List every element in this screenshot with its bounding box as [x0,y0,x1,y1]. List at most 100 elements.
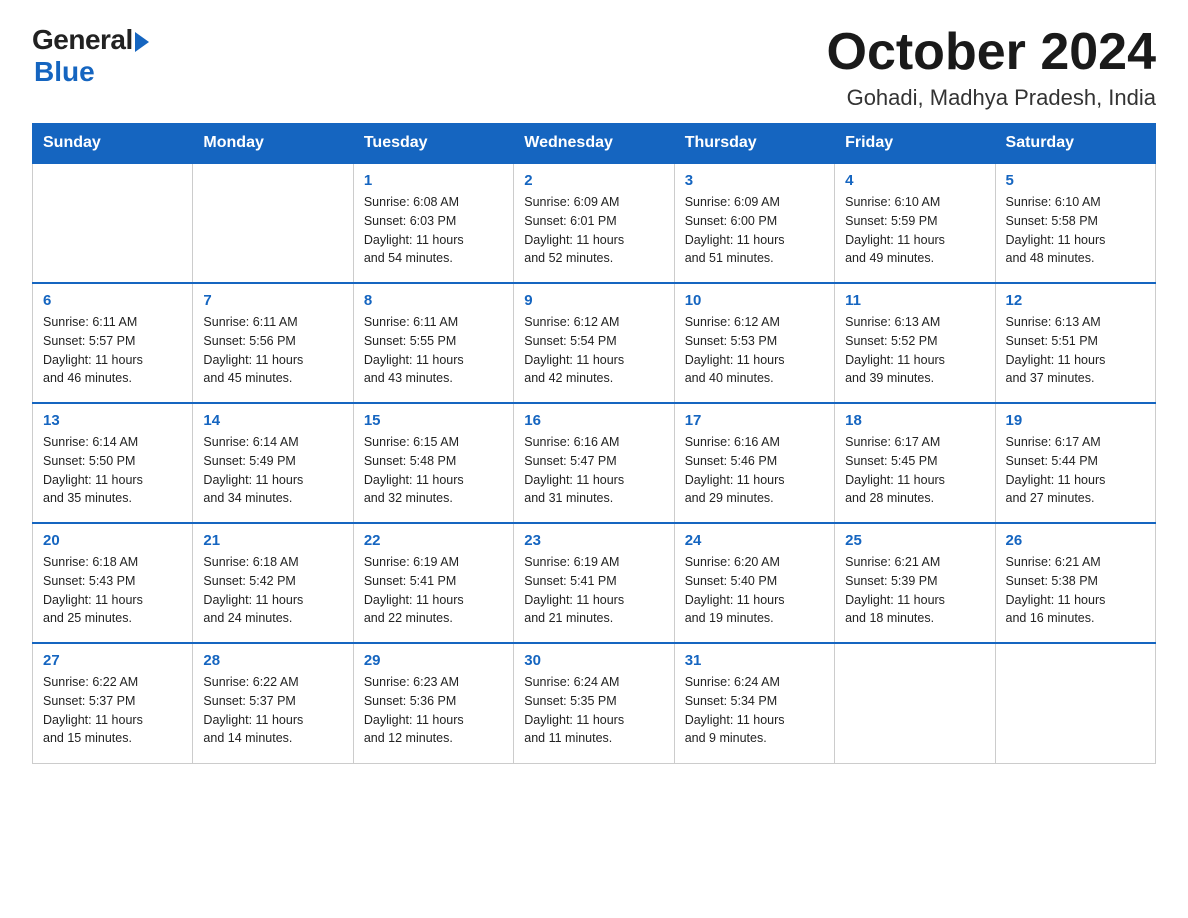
day-number: 31 [685,652,824,669]
day-number: 12 [1006,292,1145,309]
calendar-cell: 23 Sunrise: 6:19 AM Sunset: 5:41 PM Dayli… [514,523,674,643]
calendar-cell: 5Sunrise: 6:10 AM Sunset: 5:58 PM Daylig… [995,163,1155,283]
day-number: 27 [43,652,182,669]
day-number: 29 [364,652,503,669]
day-info: Sunrise: 6:18 AM Sunset: 5:43 PM Dayligh… [43,553,182,628]
calendar-cell: 8 Sunrise: 6:11 AM Sunset: 5:55 PM Daylig… [353,283,513,403]
day-number: 25 [845,532,984,549]
day-info: Sunrise: 6:13 AM Sunset: 5:51 PM Dayligh… [1006,313,1145,388]
calendar-cell: 12 Sunrise: 6:13 AM Sunset: 5:51 PM Dayli… [995,283,1155,403]
calendar-cell: 20 Sunrise: 6:18 AM Sunset: 5:43 PM Dayli… [33,523,193,643]
logo-general-text: General [32,24,133,56]
day-info: Sunrise: 6:23 AM Sunset: 5:36 PM Dayligh… [364,673,503,748]
calendar-cell: 28 Sunrise: 6:22 AM Sunset: 5:37 PM Dayli… [193,643,353,763]
day-number: 4 [845,172,984,189]
calendar-cell: 25 Sunrise: 6:21 AM Sunset: 5:39 PM Dayli… [835,523,995,643]
calendar-cell: 11Sunrise: 6:13 AM Sunset: 5:52 PM Dayli… [835,283,995,403]
day-number: 19 [1006,412,1145,429]
calendar-cell: 13 Sunrise: 6:14 AM Sunset: 5:50 PM Dayli… [33,403,193,523]
day-number: 17 [685,412,824,429]
day-info: Sunrise: 6:24 AM Sunset: 5:34 PM Dayligh… [685,673,824,748]
day-info: Sunrise: 6:22 AM Sunset: 5:37 PM Dayligh… [43,673,182,748]
calendar-cell: 1Sunrise: 6:08 AM Sunset: 6:03 PM Daylig… [353,163,513,283]
calendar-table: SundayMondayTuesdayWednesdayThursdayFrid… [32,123,1156,764]
day-number: 6 [43,292,182,309]
day-info: Sunrise: 6:16 AM Sunset: 5:46 PM Dayligh… [685,433,824,508]
calendar-cell: 14 Sunrise: 6:14 AM Sunset: 5:49 PM Dayli… [193,403,353,523]
week-row-5: 27 Sunrise: 6:22 AM Sunset: 5:37 PM Dayli… [33,643,1156,763]
day-info: Sunrise: 6:21 AM Sunset: 5:39 PM Dayligh… [845,553,984,628]
logo-blue-text: Blue [34,56,149,88]
day-number: 23 [524,532,663,549]
logo-arrow-icon [135,32,149,52]
title-block: October 2024 Gohadi, Madhya Pradesh, Ind… [827,24,1157,111]
day-info: Sunrise: 6:11 AM Sunset: 5:56 PM Dayligh… [203,313,342,388]
week-row-2: 6 Sunrise: 6:11 AM Sunset: 5:57 PM Daylig… [33,283,1156,403]
col-header-sunday: Sunday [33,124,193,164]
day-info: Sunrise: 6:14 AM Sunset: 5:50 PM Dayligh… [43,433,182,508]
calendar-cell: 15 Sunrise: 6:15 AM Sunset: 5:48 PM Dayli… [353,403,513,523]
col-header-monday: Monday [193,124,353,164]
col-header-tuesday: Tuesday [353,124,513,164]
calendar-cell [835,643,995,763]
day-number: 30 [524,652,663,669]
calendar-cell: 21Sunrise: 6:18 AM Sunset: 5:42 PM Dayli… [193,523,353,643]
calendar-cell [193,163,353,283]
day-info: Sunrise: 6:12 AM Sunset: 5:53 PM Dayligh… [685,313,824,388]
day-number: 8 [364,292,503,309]
day-number: 2 [524,172,663,189]
day-number: 14 [203,412,342,429]
day-number: 28 [203,652,342,669]
col-header-saturday: Saturday [995,124,1155,164]
day-number: 13 [43,412,182,429]
day-info: Sunrise: 6:15 AM Sunset: 5:48 PM Dayligh… [364,433,503,508]
calendar-cell: 4 Sunrise: 6:10 AM Sunset: 5:59 PM Daylig… [835,163,995,283]
day-number: 18 [845,412,984,429]
month-title: October 2024 [827,24,1157,81]
day-number: 11 [845,292,984,309]
calendar-cell: 7 Sunrise: 6:11 AM Sunset: 5:56 PM Daylig… [193,283,353,403]
day-info: Sunrise: 6:17 AM Sunset: 5:45 PM Dayligh… [845,433,984,508]
day-number: 7 [203,292,342,309]
calendar-cell: 17 Sunrise: 6:16 AM Sunset: 5:46 PM Dayli… [674,403,834,523]
col-header-thursday: Thursday [674,124,834,164]
calendar-cell: 22Sunrise: 6:19 AM Sunset: 5:41 PM Dayli… [353,523,513,643]
calendar-cell: 24 Sunrise: 6:20 AM Sunset: 5:40 PM Dayli… [674,523,834,643]
calendar-cell [33,163,193,283]
day-info: Sunrise: 6:21 AM Sunset: 5:38 PM Dayligh… [1006,553,1145,628]
day-info: Sunrise: 6:11 AM Sunset: 5:55 PM Dayligh… [364,313,503,388]
day-number: 24 [685,532,824,549]
day-info: Sunrise: 6:19 AM Sunset: 5:41 PM Dayligh… [524,553,663,628]
day-number: 15 [364,412,503,429]
calendar-cell: 6 Sunrise: 6:11 AM Sunset: 5:57 PM Daylig… [33,283,193,403]
day-info: Sunrise: 6:17 AM Sunset: 5:44 PM Dayligh… [1006,433,1145,508]
day-number: 16 [524,412,663,429]
calendar-cell: 18 Sunrise: 6:17 AM Sunset: 5:45 PM Dayli… [835,403,995,523]
logo: General Blue [32,24,149,88]
week-row-3: 13 Sunrise: 6:14 AM Sunset: 5:50 PM Dayli… [33,403,1156,523]
calendar-cell: 19 Sunrise: 6:17 AM Sunset: 5:44 PM Dayli… [995,403,1155,523]
calendar-cell: 3Sunrise: 6:09 AM Sunset: 6:00 PM Daylig… [674,163,834,283]
day-number: 20 [43,532,182,549]
page-header: General Blue October 2024 Gohadi, Madhya… [32,24,1156,111]
day-info: Sunrise: 6:09 AM Sunset: 6:00 PM Dayligh… [685,193,824,268]
day-info: Sunrise: 6:22 AM Sunset: 5:37 PM Dayligh… [203,673,342,748]
col-header-wednesday: Wednesday [514,124,674,164]
calendar-cell: 9Sunrise: 6:12 AM Sunset: 5:54 PM Daylig… [514,283,674,403]
location-title: Gohadi, Madhya Pradesh, India [827,85,1157,111]
day-headers-row: SundayMondayTuesdayWednesdayThursdayFrid… [33,124,1156,164]
day-info: Sunrise: 6:11 AM Sunset: 5:57 PM Dayligh… [43,313,182,388]
day-number: 21 [203,532,342,549]
day-info: Sunrise: 6:20 AM Sunset: 5:40 PM Dayligh… [685,553,824,628]
day-number: 1 [364,172,503,189]
calendar-cell: 2 Sunrise: 6:09 AM Sunset: 6:01 PM Daylig… [514,163,674,283]
day-info: Sunrise: 6:14 AM Sunset: 5:49 PM Dayligh… [203,433,342,508]
day-info: Sunrise: 6:24 AM Sunset: 5:35 PM Dayligh… [524,673,663,748]
day-number: 10 [685,292,824,309]
day-number: 9 [524,292,663,309]
week-row-1: 1Sunrise: 6:08 AM Sunset: 6:03 PM Daylig… [33,163,1156,283]
col-header-friday: Friday [835,124,995,164]
day-number: 26 [1006,532,1145,549]
day-info: Sunrise: 6:10 AM Sunset: 5:59 PM Dayligh… [845,193,984,268]
day-info: Sunrise: 6:09 AM Sunset: 6:01 PM Dayligh… [524,193,663,268]
